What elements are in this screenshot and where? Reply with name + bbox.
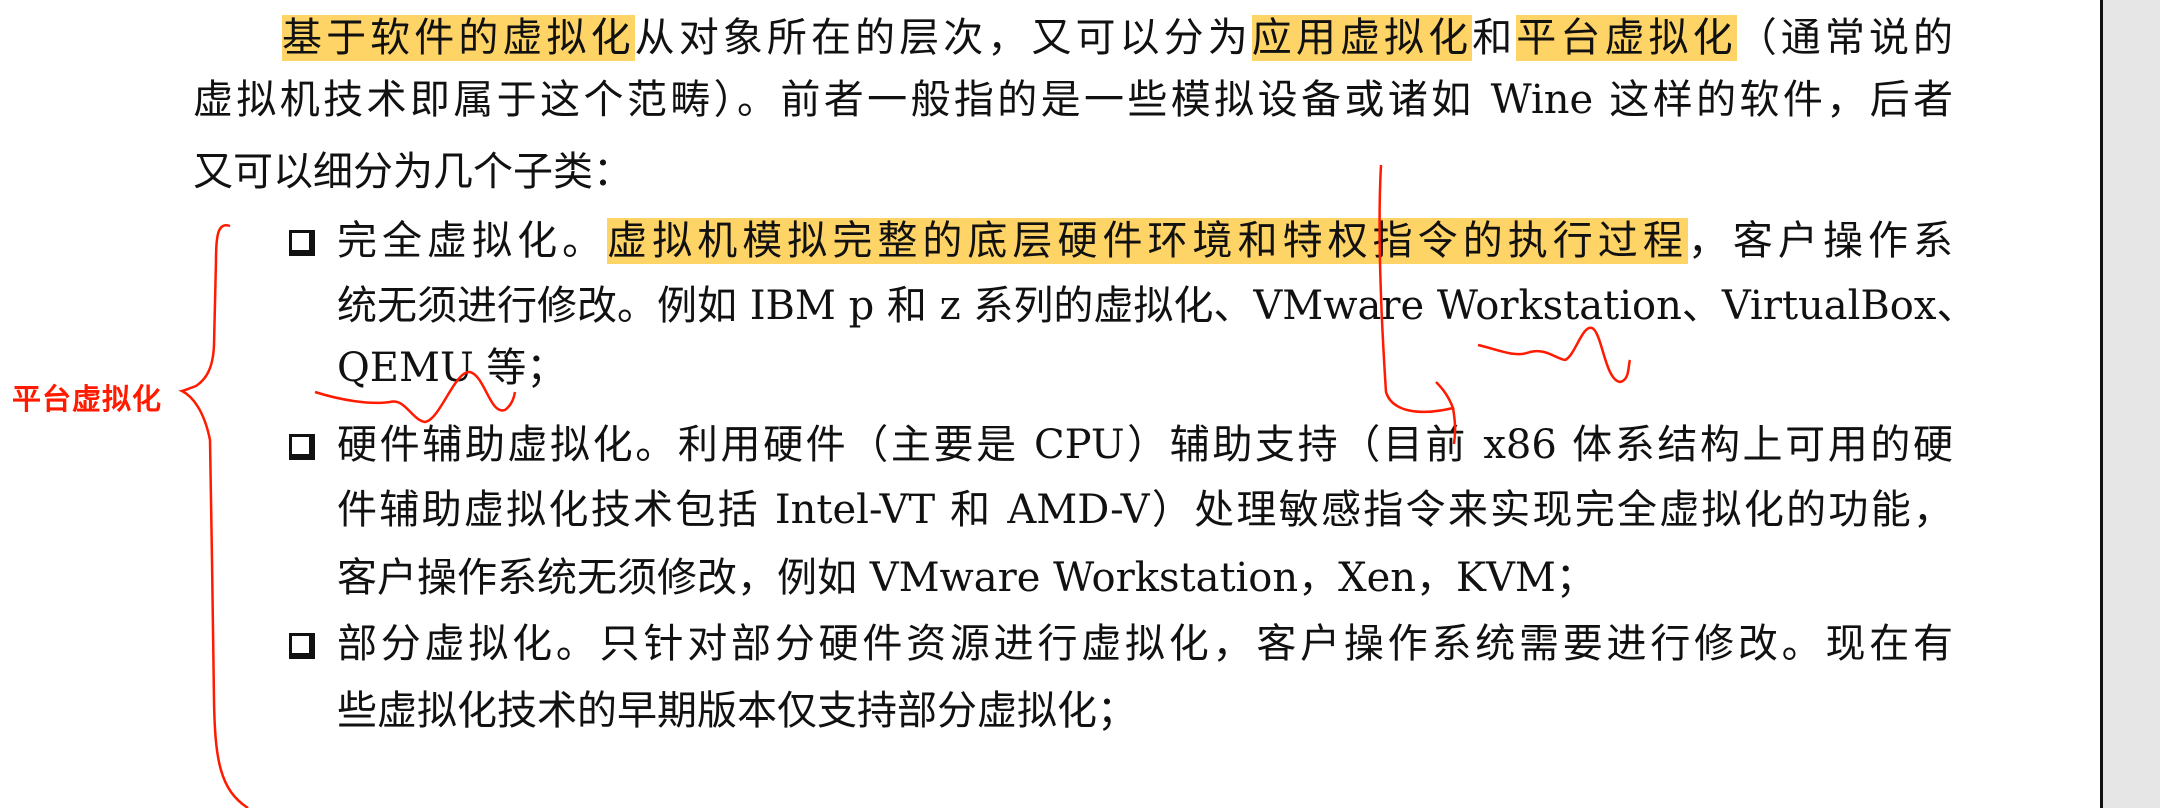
squiggle-underline [1477, 326, 1632, 384]
arrow-mark [1378, 164, 1457, 445]
scroll-gutter [2100, 0, 2160, 808]
document-page: 基于软件的虚拟化从对象所在的层次，又可以分为应用虚拟化和平台虚拟化（通常说的 虚… [0, 0, 2098, 808]
squiggle-underline [314, 370, 517, 424]
brace-mark [178, 224, 249, 808]
annotation-layer [178, 164, 1632, 808]
